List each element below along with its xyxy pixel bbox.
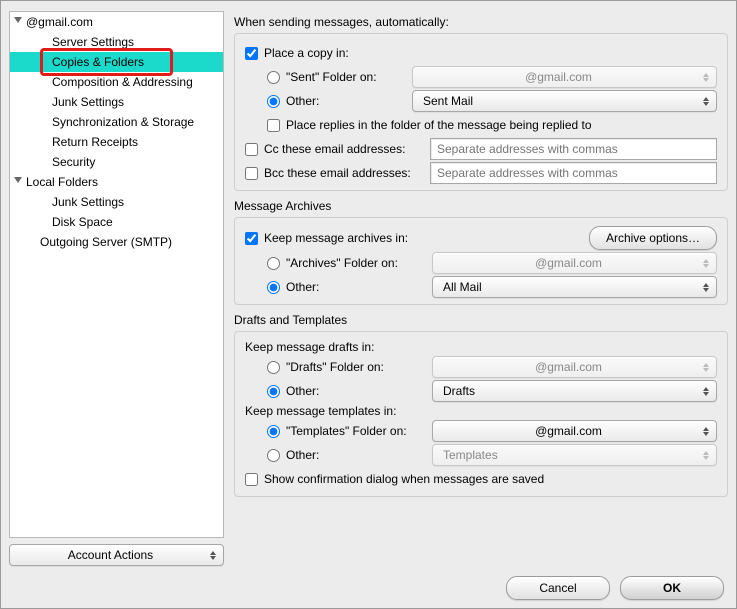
- chevron-updown-icon: [700, 448, 712, 462]
- chevron-updown-icon: [700, 94, 712, 108]
- sent-folder-label: "Sent" Folder on:: [286, 70, 406, 84]
- drafts-heading: Drafts and Templates: [234, 313, 728, 327]
- account-tree[interactable]: @gmail.com Server Settings Copies & Fold…: [9, 11, 224, 538]
- place-copy-label: Place a copy in:: [264, 46, 349, 60]
- keep-archives-label: Keep message archives in:: [264, 231, 408, 245]
- tree-local-junk[interactable]: Junk Settings: [10, 192, 223, 212]
- templates-account-select[interactable]: @gmail.com: [432, 420, 717, 442]
- archives-other-select[interactable]: All Mail: [432, 276, 717, 298]
- sent-folder-account-select[interactable]: @gmail.com: [412, 66, 717, 88]
- chevron-updown-icon: [700, 424, 712, 438]
- tree-copies-folders[interactable]: Copies & Folders: [10, 52, 223, 72]
- templates-folder-radio[interactable]: [267, 425, 280, 438]
- chevron-updown-icon: [207, 548, 219, 562]
- chevron-updown-icon: [700, 360, 712, 374]
- bcc-checkbox[interactable]: [245, 167, 258, 180]
- cc-input[interactable]: [430, 138, 717, 160]
- cc-label: Cc these email addresses:: [264, 142, 424, 156]
- sent-other-radio[interactable]: [267, 95, 280, 108]
- templates-other-select[interactable]: Templates: [432, 444, 717, 466]
- archives-group: Keep message archives in: Archive option…: [234, 217, 728, 305]
- dialog-footer: Cancel OK: [9, 566, 728, 600]
- archives-account-select[interactable]: @gmail.com: [432, 252, 717, 274]
- drafts-group: Keep message drafts in: "Drafts" Folder …: [234, 331, 728, 497]
- sending-group: Place a copy in: "Sent" Folder on: @gmai…: [234, 33, 728, 191]
- tree-sync-storage[interactable]: Synchronization & Storage: [10, 112, 223, 132]
- sent-other-select[interactable]: Sent Mail: [412, 90, 717, 112]
- sent-folder-radio[interactable]: [267, 71, 280, 84]
- templates-other-label: Other:: [286, 448, 426, 462]
- account-actions-menu[interactable]: Account Actions: [9, 544, 224, 566]
- show-confirmation-label: Show confirmation dialog when messages a…: [264, 472, 544, 486]
- tree-outgoing-smtp[interactable]: Outgoing Server (SMTP): [10, 232, 223, 252]
- templates-keep-label: Keep message templates in:: [245, 404, 717, 418]
- place-replies-label: Place replies in the folder of the messa…: [286, 118, 592, 132]
- tree-security[interactable]: Security: [10, 152, 223, 172]
- chevron-updown-icon: [700, 256, 712, 270]
- drafts-account-value: @gmail.com: [535, 360, 602, 374]
- chevron-updown-icon: [700, 70, 712, 84]
- tree-account-gmail[interactable]: @gmail.com: [10, 12, 223, 32]
- chevron-updown-icon: [700, 280, 712, 294]
- drafts-folder-radio[interactable]: [267, 361, 280, 374]
- sent-other-value: Sent Mail: [423, 94, 473, 108]
- account-settings-dialog: @gmail.com Server Settings Copies & Fold…: [0, 0, 737, 609]
- archives-other-radio[interactable]: [267, 281, 280, 294]
- tree-disk-space[interactable]: Disk Space: [10, 212, 223, 232]
- drafts-other-select[interactable]: Drafts: [432, 380, 717, 402]
- cc-checkbox[interactable]: [245, 143, 258, 156]
- sent-folder-account-value: @gmail.com: [525, 70, 592, 84]
- dialog-body: @gmail.com Server Settings Copies & Fold…: [9, 11, 728, 566]
- sent-other-label: Other:: [286, 94, 406, 108]
- archives-other-label: Other:: [286, 280, 426, 294]
- cancel-button[interactable]: Cancel: [506, 576, 610, 600]
- keep-archives-checkbox[interactable]: [245, 232, 258, 245]
- place-replies-checkbox[interactable]: [267, 119, 280, 132]
- tree-return-receipts[interactable]: Return Receipts: [10, 132, 223, 152]
- drafts-keep-label: Keep message drafts in:: [245, 340, 717, 354]
- drafts-account-select[interactable]: @gmail.com: [432, 356, 717, 378]
- drafts-other-value: Drafts: [443, 384, 475, 398]
- sending-heading: When sending messages, automatically:: [234, 15, 728, 29]
- archives-other-value: All Mail: [443, 280, 482, 294]
- tree-junk-settings[interactable]: Junk Settings: [10, 92, 223, 112]
- archives-folder-label: "Archives" Folder on:: [286, 256, 426, 270]
- templates-folder-label: "Templates" Folder on:: [286, 424, 426, 438]
- archive-options-button[interactable]: Archive options…: [589, 226, 717, 250]
- tree-composition[interactable]: Composition & Addressing: [10, 72, 223, 92]
- show-confirmation-checkbox[interactable]: [245, 473, 258, 486]
- templates-other-radio[interactable]: [267, 449, 280, 462]
- sidebar-column: @gmail.com Server Settings Copies & Fold…: [9, 11, 224, 566]
- archives-account-value: @gmail.com: [535, 256, 602, 270]
- ok-button[interactable]: OK: [620, 576, 724, 600]
- archives-folder-radio[interactable]: [267, 257, 280, 270]
- drafts-folder-label: "Drafts" Folder on:: [286, 360, 426, 374]
- templates-other-value: Templates: [443, 448, 498, 462]
- tree-local-folders[interactable]: Local Folders: [10, 172, 223, 192]
- settings-panel: When sending messages, automatically: Pl…: [234, 11, 728, 566]
- templates-account-value: @gmail.com: [535, 424, 602, 438]
- chevron-updown-icon: [700, 384, 712, 398]
- tree-server-settings[interactable]: Server Settings: [10, 32, 223, 52]
- account-actions-label: Account Actions: [68, 548, 153, 562]
- bcc-input[interactable]: [430, 162, 717, 184]
- place-copy-checkbox[interactable]: [245, 47, 258, 60]
- archives-heading: Message Archives: [234, 199, 728, 213]
- drafts-other-label: Other:: [286, 384, 426, 398]
- bcc-label: Bcc these email addresses:: [264, 166, 424, 180]
- drafts-other-radio[interactable]: [267, 385, 280, 398]
